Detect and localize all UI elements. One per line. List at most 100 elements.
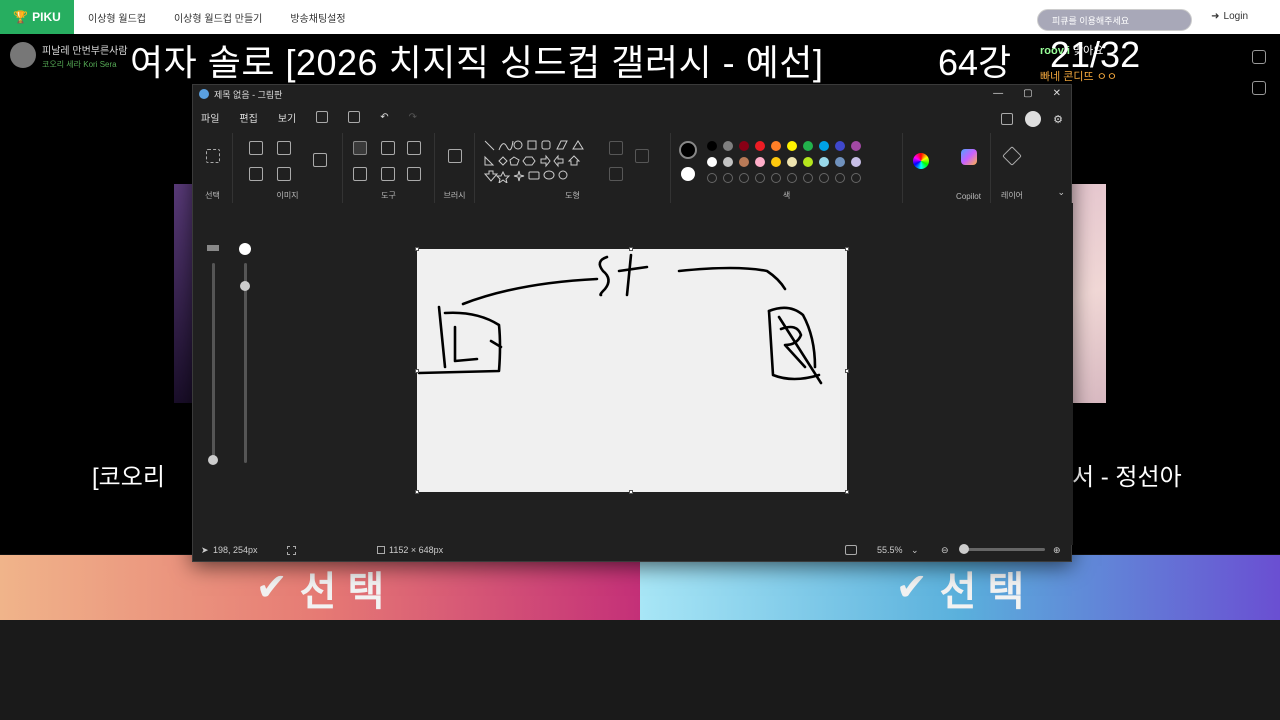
undo-icon[interactable]: ↶: [380, 112, 388, 123]
palette-swatch[interactable]: [755, 157, 765, 167]
login-button[interactable]: ➜ Login: [1211, 11, 1248, 22]
worldcup-title: 여자 솔로 [2026 치지직 싱드컵 갤러시 - 예선]: [130, 42, 824, 83]
custom-color-slot[interactable]: [739, 173, 749, 183]
fill-icon[interactable]: [381, 141, 395, 155]
palette-swatch[interactable]: [723, 141, 733, 151]
share-icon[interactable]: [348, 111, 361, 123]
right-candidate-image[interactable]: [1072, 184, 1106, 403]
custom-color-slot[interactable]: [835, 173, 845, 183]
shapes-gallery[interactable]: [483, 139, 593, 183]
flip-icon[interactable]: [277, 167, 291, 181]
select-right-button[interactable]: ✔ 선 택: [640, 555, 1280, 620]
palette-swatch[interactable]: [851, 141, 861, 151]
outline-icon[interactable]: [609, 141, 623, 155]
left-candidate-image[interactable]: [174, 184, 192, 403]
custom-color-slot[interactable]: [787, 173, 797, 183]
custom-color-slot[interactable]: [771, 173, 781, 183]
custom-color-slot[interactable]: [851, 173, 861, 183]
close-icon[interactable]: ✕: [1053, 88, 1061, 99]
palette-swatch[interactable]: [771, 157, 781, 167]
palette-swatch[interactable]: [707, 157, 717, 167]
palette-swatch[interactable]: [707, 141, 717, 151]
resize-handle[interactable]: [845, 369, 849, 373]
palette-swatch[interactable]: [803, 157, 813, 167]
color-picker-icon[interactable]: [381, 167, 395, 181]
palette-swatch[interactable]: [771, 141, 781, 151]
palette-swatch[interactable]: [851, 157, 861, 167]
copilot-icon[interactable]: [961, 149, 977, 165]
resize-handle[interactable]: [845, 490, 849, 494]
opacity-slider-knob[interactable]: [240, 281, 250, 291]
nav-worldcup[interactable]: 이상형 월드컵: [88, 10, 146, 25]
palette-swatch[interactable]: [739, 157, 749, 167]
custom-color-slot[interactable]: [723, 173, 733, 183]
fit-to-window-icon[interactable]: [845, 545, 857, 555]
resize-handle[interactable]: [629, 247, 633, 251]
settings-gear-icon[interactable]: ⚙: [1053, 113, 1063, 126]
crop-icon[interactable]: [249, 141, 263, 155]
palette-swatch[interactable]: [787, 157, 797, 167]
announcement-icon[interactable]: [1001, 113, 1014, 125]
resize-handle[interactable]: [415, 247, 419, 251]
minimize-icon[interactable]: —: [993, 88, 1003, 99]
menu-view[interactable]: 보기: [278, 110, 296, 125]
chevron-down-icon[interactable]: ⌄: [1057, 187, 1065, 198]
zoom-slider[interactable]: [959, 544, 1045, 554]
external-link-icon[interactable]: [1252, 81, 1266, 95]
nav-create-worldcup[interactable]: 이상형 월드컵 만들기: [174, 10, 262, 25]
palette-swatch[interactable]: [787, 141, 797, 151]
side-badge-icon[interactable]: [1252, 50, 1266, 64]
menu-edit[interactable]: 편집: [239, 110, 257, 125]
image-select-icon[interactable]: [313, 153, 327, 167]
custom-color-slot[interactable]: [803, 173, 813, 183]
paint-window: 제목 없음 - 그림판 — ▢ ✕ 파일 편집 보기 ↶ ↷ ⚙ 선택 이미지: [192, 84, 1073, 562]
shape-fill-icon[interactable]: [609, 167, 623, 181]
color-2-swatch[interactable]: [681, 167, 695, 181]
zoom-dropdown-icon[interactable]: ⌄: [911, 545, 919, 556]
size-slider-knob[interactable]: [208, 455, 218, 465]
magnifier-icon[interactable]: [407, 167, 421, 181]
text-icon[interactable]: [407, 141, 421, 155]
size-slider[interactable]: [208, 263, 218, 465]
fill-style-icon[interactable]: [635, 149, 649, 163]
menu-file[interactable]: 파일: [201, 110, 219, 125]
palette-swatch[interactable]: [819, 157, 829, 167]
palette-swatch[interactable]: [819, 141, 829, 151]
palette-swatch[interactable]: [739, 141, 749, 151]
zoom-level[interactable]: 55.5%: [877, 545, 903, 555]
select-icon[interactable]: [206, 149, 220, 163]
palette-swatch[interactable]: [755, 141, 765, 151]
zoom-slider-knob[interactable]: [959, 544, 969, 554]
redo-icon[interactable]: ↷: [409, 112, 417, 123]
layers-icon[interactable]: [1002, 146, 1022, 166]
palette-swatch[interactable]: [803, 141, 813, 151]
background-icon[interactable]: [249, 167, 263, 181]
nav-chat-settings[interactable]: 방송채팅설정: [290, 10, 345, 25]
color-1-swatch[interactable]: [679, 141, 697, 159]
edit-colors-icon[interactable]: [913, 153, 929, 169]
palette-swatch[interactable]: [835, 141, 845, 151]
select-left-button[interactable]: ✔ 선 택: [0, 555, 640, 620]
resize-handle[interactable]: [415, 369, 419, 373]
palette-swatch[interactable]: [723, 157, 733, 167]
search-input[interactable]: 피큐를 이용해주세요: [1037, 9, 1192, 31]
maximize-icon[interactable]: ▢: [1023, 88, 1032, 99]
palette-swatch[interactable]: [835, 157, 845, 167]
resize-handle[interactable]: [415, 490, 419, 494]
zoom-in-icon[interactable]: ⊕: [1053, 545, 1061, 556]
drawing-canvas[interactable]: [415, 247, 849, 494]
pencil-icon[interactable]: [353, 141, 367, 155]
save-icon[interactable]: [316, 111, 329, 123]
custom-color-slot[interactable]: [707, 173, 717, 183]
resize-handle[interactable]: [629, 490, 633, 494]
account-avatar[interactable]: [1025, 111, 1042, 127]
custom-color-slot[interactable]: [755, 173, 765, 183]
opacity-slider[interactable]: [240, 263, 250, 463]
resize-handle[interactable]: [845, 247, 849, 251]
custom-color-slot[interactable]: [819, 173, 829, 183]
resize-icon[interactable]: [277, 141, 291, 155]
brush-icon[interactable]: [448, 149, 462, 163]
zoom-out-icon[interactable]: ⊖: [941, 545, 949, 556]
eraser-icon[interactable]: [353, 167, 367, 181]
piku-logo[interactable]: 🏆 PIKU: [0, 0, 74, 34]
